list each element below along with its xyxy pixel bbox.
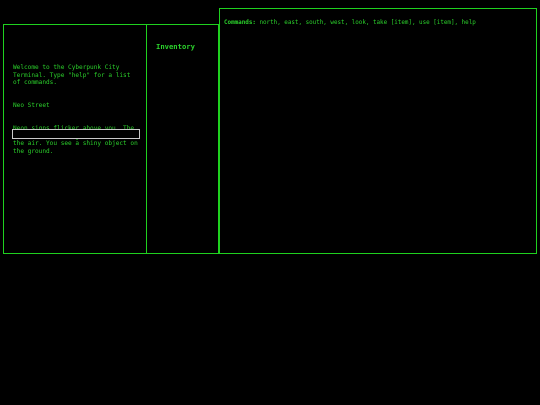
- command-input[interactable]: [12, 129, 140, 139]
- commands-list: north, east, south, west, look, take [it…: [259, 20, 476, 26]
- inventory-title: Inventory: [156, 42, 195, 51]
- commands-panel: Commands: north, east, south, west, look…: [219, 8, 537, 254]
- commands-label: Commands:: [224, 20, 256, 26]
- inventory-panel: Inventory: [146, 24, 219, 254]
- commands-line: Commands: north, east, south, west, look…: [224, 20, 476, 26]
- terminal-panel: Welcome to the Cyberpunk City Terminal. …: [3, 24, 147, 254]
- terminal-line-welcome: Welcome to the Cyberpunk City Terminal. …: [13, 64, 135, 87]
- terminal-output: Welcome to the Cyberpunk City Terminal. …: [13, 49, 141, 171]
- terminal-line-location: Neo Street: [13, 102, 50, 110]
